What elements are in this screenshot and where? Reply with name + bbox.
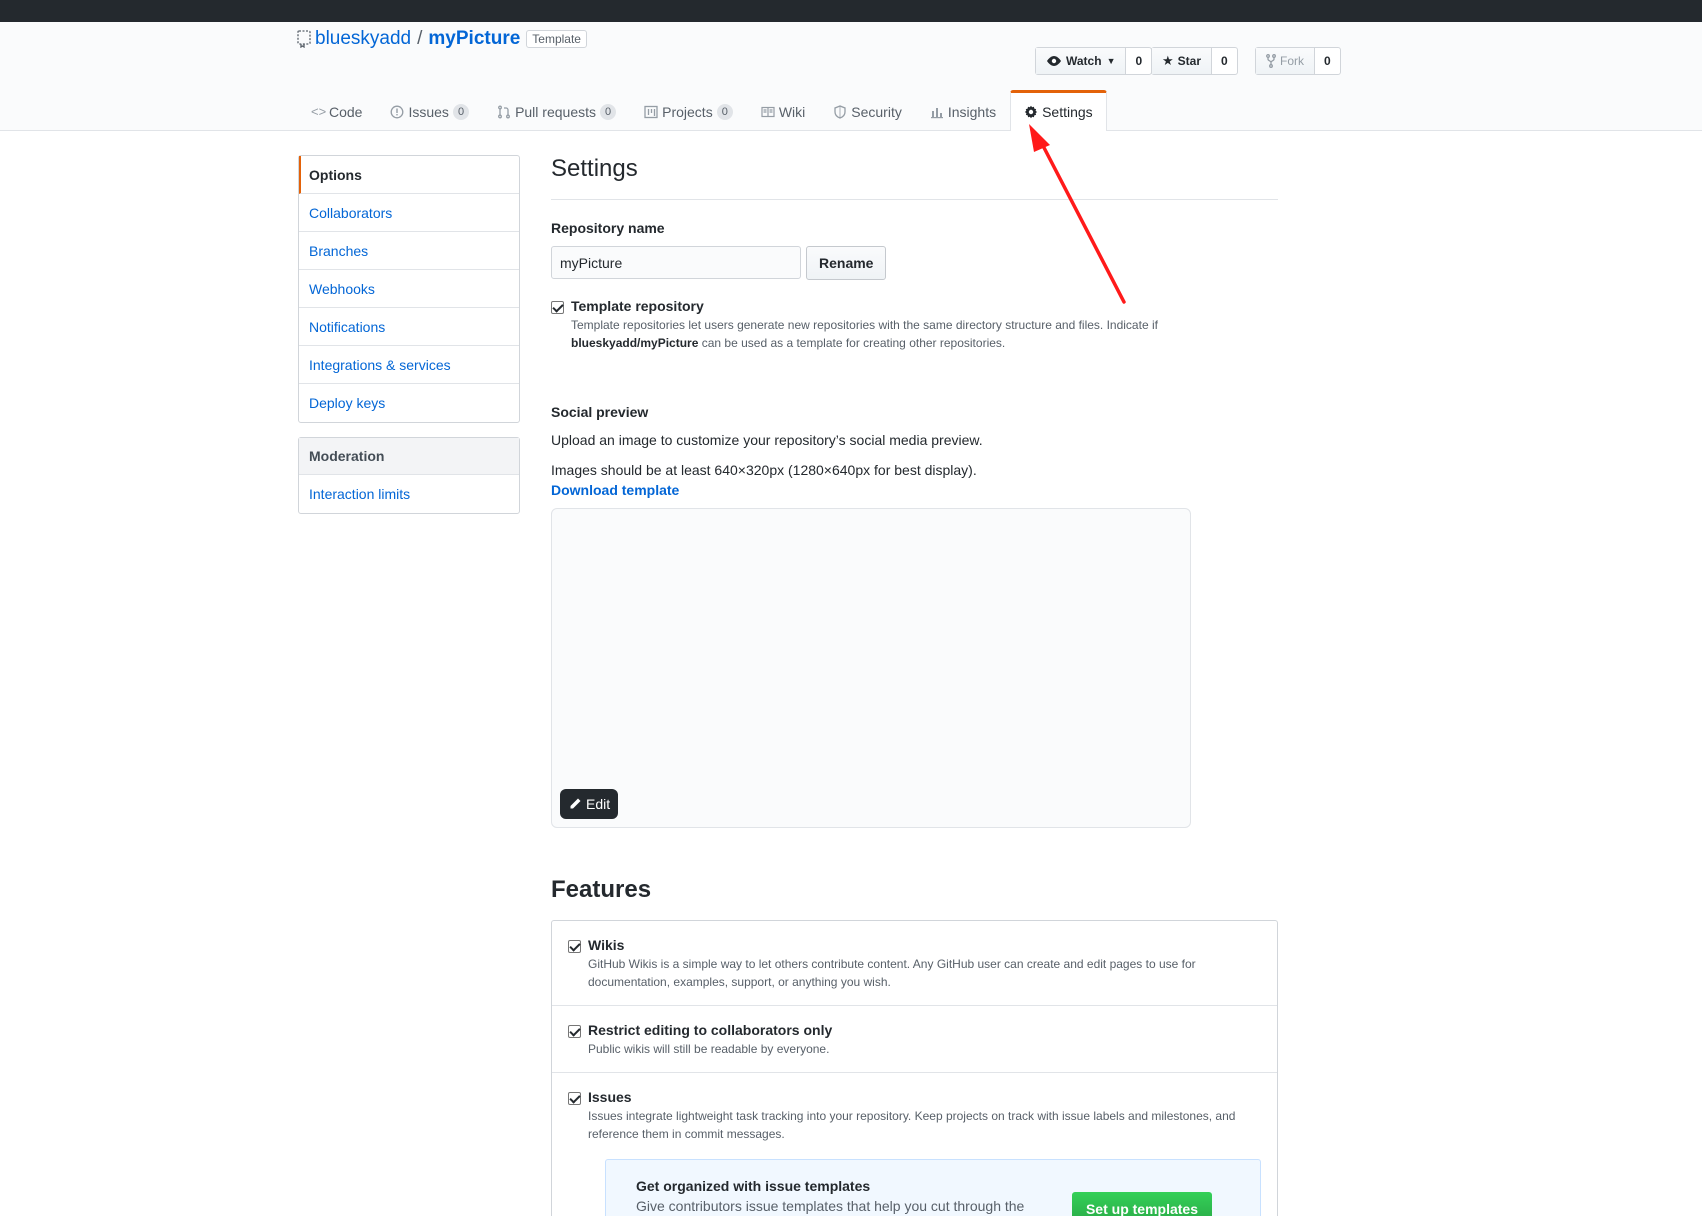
wikis-note: GitHub Wikis is a simple way to let othe… bbox=[588, 957, 1196, 989]
template-repo-title: Template repository bbox=[571, 298, 704, 314]
projects-counter: 0 bbox=[716, 103, 733, 120]
issues-counter: 0 bbox=[452, 103, 470, 120]
fork-button-group: Fork 0 bbox=[1255, 47, 1341, 75]
sidebar-item-collaborators[interactable]: Collaborators bbox=[299, 194, 519, 232]
fork-label: Fork bbox=[1280, 54, 1304, 68]
edit-preview-label: Edit bbox=[586, 796, 611, 812]
repo-owner-link[interactable]: blueskyadd bbox=[315, 28, 411, 50]
fork-count[interactable]: 0 bbox=[1315, 48, 1340, 74]
social-preview-image: Edit bbox=[551, 508, 1191, 828]
template-repo-option: Template repository Template repositorie… bbox=[551, 298, 1278, 352]
sidebar-item-notifications[interactable]: Notifications bbox=[299, 308, 519, 346]
watch-count[interactable]: 0 bbox=[1126, 48, 1151, 74]
restrict-editing-title: Restrict editing to collaborators only bbox=[588, 1022, 833, 1038]
moderation-sidebar: Moderation Interaction limits bbox=[298, 437, 520, 514]
star-icon: ★ bbox=[1162, 53, 1174, 68]
issues-title: Issues bbox=[588, 1089, 632, 1105]
sidebar-item-webhooks[interactable]: Webhooks bbox=[299, 270, 519, 308]
sidebar-item-integrations[interactable]: Integrations & services bbox=[299, 346, 519, 384]
wikis-title: Wikis bbox=[588, 937, 625, 953]
rename-button[interactable]: Rename bbox=[806, 246, 887, 280]
issue-templates-callout: Get organized with issue templates Give … bbox=[605, 1159, 1261, 1216]
set-up-templates-button[interactable]: Set up templates bbox=[1071, 1192, 1212, 1216]
tab-security[interactable]: Security bbox=[819, 90, 916, 132]
shield-icon bbox=[834, 104, 846, 119]
graph-icon bbox=[930, 107, 943, 118]
social-preview-section: Social preview Upload an image to custom… bbox=[551, 404, 1278, 828]
repo-title-separator: / bbox=[417, 28, 423, 49]
edit-preview-button[interactable]: Edit bbox=[560, 789, 619, 819]
social-preview-title: Social preview bbox=[551, 404, 649, 420]
tab-settings[interactable]: Settings bbox=[1010, 90, 1107, 131]
wikis-checkbox[interactable] bbox=[568, 940, 581, 953]
watch-button[interactable]: Watch ▼ bbox=[1036, 48, 1127, 74]
watch-button-group: Watch ▼ 0 bbox=[1035, 47, 1153, 75]
repo-name-input[interactable] bbox=[551, 246, 801, 279]
tab-issues-label: Issues bbox=[408, 103, 449, 120]
issues-note: Issues integrate lightweight task tracki… bbox=[588, 1109, 1236, 1141]
tab-wiki[interactable]: Wiki bbox=[747, 90, 819, 132]
features-title: Features bbox=[551, 876, 652, 903]
template-repo-note: Template repositories let users generate… bbox=[571, 318, 1158, 350]
tab-insights-label: Insights bbox=[947, 103, 997, 120]
fork-button[interactable]: Fork bbox=[1256, 48, 1315, 74]
pull-requests-counter: 0 bbox=[600, 103, 617, 120]
template-repo-fullname: blueskyadd/myPicture bbox=[571, 336, 699, 350]
tab-security-label: Security bbox=[851, 103, 902, 120]
feature-restrict-editing: Restrict editing to collaborators only P… bbox=[552, 1006, 1277, 1073]
project-icon bbox=[644, 105, 658, 118]
tab-wiki-label: Wiki bbox=[778, 103, 806, 120]
download-template-link[interactable]: Download template bbox=[551, 482, 1278, 498]
sidebar-item-branches[interactable]: Branches bbox=[299, 232, 519, 270]
repo-template-icon bbox=[297, 30, 311, 48]
settings-main: Settings Repository name Rename Template… bbox=[551, 155, 1278, 1216]
global-header-bar bbox=[0, 0, 1702, 22]
tab-pull-requests-label: Pull requests bbox=[515, 103, 596, 120]
star-label: Star bbox=[1177, 54, 1201, 68]
eye-icon bbox=[1047, 56, 1061, 66]
repo-name-link[interactable]: myPicture bbox=[428, 28, 520, 50]
restrict-editing-note: Public wikis will still be readable by e… bbox=[588, 1042, 830, 1056]
tab-insights[interactable]: Insights bbox=[916, 90, 1010, 132]
pull-request-icon bbox=[498, 105, 511, 118]
pencil-icon bbox=[570, 798, 581, 809]
page-title: Settings bbox=[551, 155, 1278, 200]
template-repo-checkbox[interactable] bbox=[551, 301, 564, 314]
features-box: Wikis GitHub Wikis is a simple way to le… bbox=[551, 920, 1278, 1216]
star-button-group: ★ Star 0 bbox=[1151, 47, 1238, 75]
sidebar-item-interaction-limits[interactable]: Interaction limits bbox=[299, 475, 519, 513]
tab-projects-label: Projects bbox=[662, 103, 713, 120]
tab-pull-requests[interactable]: Pull requests 0 bbox=[483, 90, 630, 132]
sidebar-item-options[interactable]: Options bbox=[299, 156, 519, 194]
book-icon bbox=[761, 106, 775, 117]
repo-title: blueskyadd / myPicture Template bbox=[297, 28, 587, 50]
issue-icon bbox=[391, 105, 404, 118]
star-button[interactable]: ★ Star bbox=[1152, 48, 1212, 74]
social-preview-text: Upload an image to customize your reposi… bbox=[551, 432, 983, 448]
social-preview-size-text: Images should be at least 640×320px (128… bbox=[551, 462, 977, 478]
template-badge: Template bbox=[526, 30, 587, 48]
issues-checkbox[interactable] bbox=[568, 1092, 581, 1105]
caret-down-icon: ▼ bbox=[1106, 56, 1116, 66]
fork-icon bbox=[1266, 54, 1276, 68]
code-icon: <> bbox=[311, 103, 327, 119]
moderation-heading: Moderation bbox=[299, 438, 519, 475]
feature-wikis: Wikis GitHub Wikis is a simple way to le… bbox=[552, 921, 1277, 1006]
restrict-editing-checkbox[interactable] bbox=[568, 1025, 581, 1038]
tab-settings-label: Settings bbox=[1042, 104, 1093, 120]
tab-projects[interactable]: Projects 0 bbox=[630, 90, 747, 132]
tab-code[interactable]: <> Code bbox=[297, 90, 376, 132]
settings-sidebar: Options Collaborators Branches Webhooks … bbox=[298, 155, 520, 423]
sidebar-item-deploy-keys[interactable]: Deploy keys bbox=[299, 384, 519, 422]
tab-issues[interactable]: Issues 0 bbox=[376, 90, 483, 132]
repo-name-label: Repository name bbox=[551, 220, 665, 236]
watch-label: Watch bbox=[1066, 54, 1102, 68]
gear-icon bbox=[1024, 105, 1038, 119]
feature-issues: Issues Issues integrate lightweight task… bbox=[552, 1073, 1277, 1216]
repo-nav: <> Code Issues 0 Pull requests 0 Project… bbox=[297, 90, 1107, 132]
tab-code-label: Code bbox=[329, 103, 363, 120]
star-count[interactable]: 0 bbox=[1212, 48, 1237, 74]
